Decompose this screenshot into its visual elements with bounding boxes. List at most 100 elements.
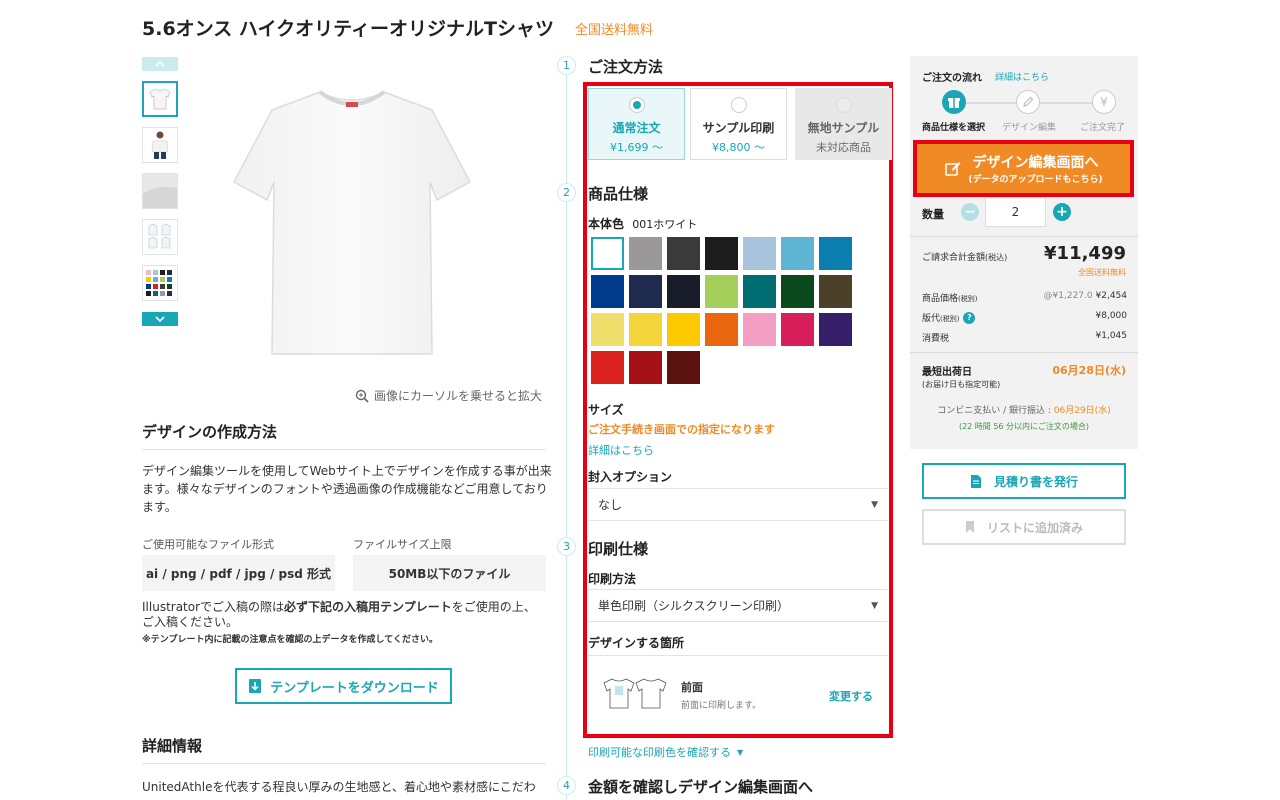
color-swatch[interactable] (667, 237, 700, 270)
plate-tax-note: (税別) (940, 315, 959, 323)
plate-label-text: 版代 (922, 314, 940, 324)
download-template-button[interactable]: テンプレートをダウンロード (235, 668, 452, 704)
model-thumb-icon (147, 130, 173, 160)
step-number-4: 4 (557, 776, 576, 795)
color-swatch[interactable] (629, 237, 662, 270)
size-details-link[interactable]: 詳細はこちら (588, 442, 654, 458)
design-method-description: デザイン編集ツールを使用してWebサイト上でデザインを作成する事が出来ます。様々… (142, 462, 552, 516)
step-number-1: 1 (557, 56, 576, 75)
change-location-link[interactable]: 変更する (829, 688, 873, 704)
color-swatch[interactable] (591, 275, 624, 308)
help-icon[interactable]: ? (963, 312, 975, 324)
radio-unselected[interactable] (731, 97, 747, 113)
details-heading: 詳細情報 (142, 735, 202, 756)
color-swatch[interactable] (819, 237, 852, 270)
thumbnail-colors[interactable] (142, 265, 178, 301)
color-swatch[interactable] (781, 237, 814, 270)
quantity-label: 数量 (922, 206, 944, 222)
price-values: @¥1,227.0 ¥2,454 (1044, 291, 1127, 304)
thumbnail-fabric[interactable] (142, 173, 178, 209)
color-swatch[interactable] (705, 275, 738, 308)
color-swatch[interactable] (591, 313, 624, 346)
gift-icon (942, 90, 966, 114)
radio-disabled (836, 97, 852, 113)
thumb-scroll-up-button[interactable] (142, 57, 178, 71)
print-location-desc: 前面に印刷します。 (681, 698, 761, 711)
zoom-hint-text: 画像にカーソルを乗せると拡大 (374, 387, 542, 404)
order-flow-link[interactable]: 詳細はこちら (995, 70, 1049, 83)
color-swatch[interactable] (743, 313, 776, 346)
quantity-decrease-button[interactable]: − (961, 203, 979, 221)
color-swatch[interactable] (667, 313, 700, 346)
thumbnail-size-chart[interactable] (142, 219, 178, 255)
color-swatch[interactable] (705, 237, 738, 270)
color-swatch[interactable] (743, 275, 776, 308)
add-to-list-label: リストに追加済み (987, 519, 1083, 536)
tax-row: 消費税 ¥1,045 (922, 331, 1127, 344)
price-tax-note: (税別) (958, 295, 977, 303)
file-size-value: 50MB以下のファイル (353, 555, 546, 591)
add-to-list-button[interactable]: リストに追加済み (922, 509, 1126, 545)
step-number-3: 3 (557, 537, 576, 556)
print-method-select[interactable]: 単色印刷（シルクスクリーン印刷） ▼ (588, 589, 888, 622)
order-option-label: 無地サンプル (808, 119, 880, 136)
color-swatch[interactable] (667, 275, 700, 308)
print-location-name: 前面 (681, 679, 703, 695)
total-label-text: ご請求合計金額 (922, 253, 985, 263)
issue-quote-button[interactable]: 見積り書を発行 (922, 463, 1126, 499)
color-swatch[interactable] (705, 313, 738, 346)
color-swatch[interactable] (591, 351, 624, 384)
packing-option-select[interactable]: なし ▼ (588, 488, 888, 521)
plate-row: 版代(税別)? ¥8,000 (922, 311, 1127, 324)
convenience-payment: コンビニ支払い / 銀行振込 : 06月29日(水) (910, 403, 1138, 416)
color-swatch-grid (591, 237, 861, 387)
color-variants-thumb-icon (144, 267, 176, 299)
color-swatch[interactable] (667, 351, 700, 384)
size-note: ご注文手続き画面での指定になります (588, 421, 775, 437)
thumb-scroll-down-button[interactable] (142, 312, 178, 326)
design-location-label: デザインする箇所 (588, 634, 684, 651)
print-method-label: 印刷方法 (588, 570, 636, 587)
total-tax-note: (税込) (985, 253, 1007, 262)
order-option-sample-print[interactable]: サンプル印刷 ¥8,800 〜 (690, 88, 787, 160)
color-swatch[interactable] (591, 237, 624, 270)
file-formats-label: ご使用可能なファイル形式 (142, 536, 274, 552)
illustrator-text-bold: 必ず下記の入稿用テンプレート (284, 600, 452, 614)
thumbnail-front[interactable] (142, 81, 178, 117)
edit-icon (944, 160, 962, 178)
order-option-label: サンプル印刷 (703, 119, 775, 136)
color-swatch[interactable] (819, 313, 852, 346)
download-icon (248, 678, 262, 694)
flow-step-3: ご注文完了 (1080, 120, 1125, 133)
radio-selected[interactable] (629, 97, 645, 113)
print-colors-link[interactable]: 印刷可能な印刷色を確認する ▼ (588, 744, 743, 760)
quantity-input[interactable]: 2 (985, 197, 1046, 227)
thumbnail-model[interactable] (142, 127, 178, 163)
step-timeline (566, 60, 567, 800)
plate-label: 版代(税別)? (922, 311, 975, 324)
flow-step-2: デザイン編集 (1002, 120, 1056, 133)
step-title-order-method: ご注文方法 (588, 56, 663, 77)
color-swatch[interactable] (781, 313, 814, 346)
free-shipping-label: 全国送料無料 (575, 19, 653, 38)
price-label: 商品価格(税別) (922, 291, 977, 304)
color-swatch[interactable] (629, 313, 662, 346)
tshirt-front-back-icon (603, 675, 673, 711)
total-label: ご請求合計金額(税込) (922, 250, 1007, 263)
order-option-normal[interactable]: 通常注文 ¥1,699 〜 (588, 88, 685, 160)
caret-down-icon: ▼ (871, 601, 878, 611)
design-editor-button[interactable]: デザイン編集画面へ (データのアップロードもこちら) (913, 140, 1134, 197)
shipping-sub: (お届け日も指定可能) (922, 379, 1000, 390)
body-color-label: 本体色 001ホワイト (588, 215, 697, 232)
chevron-up-icon (155, 61, 165, 67)
tshirt-image (232, 82, 472, 362)
quantity-increase-button[interactable]: + (1053, 203, 1071, 221)
color-swatch[interactable] (743, 237, 776, 270)
divider (142, 763, 546, 764)
divider (142, 449, 546, 450)
main-product-image[interactable] (232, 82, 472, 362)
color-swatch[interactable] (629, 351, 662, 384)
color-swatch[interactable] (629, 275, 662, 308)
color-swatch[interactable] (819, 275, 852, 308)
color-swatch[interactable] (781, 275, 814, 308)
